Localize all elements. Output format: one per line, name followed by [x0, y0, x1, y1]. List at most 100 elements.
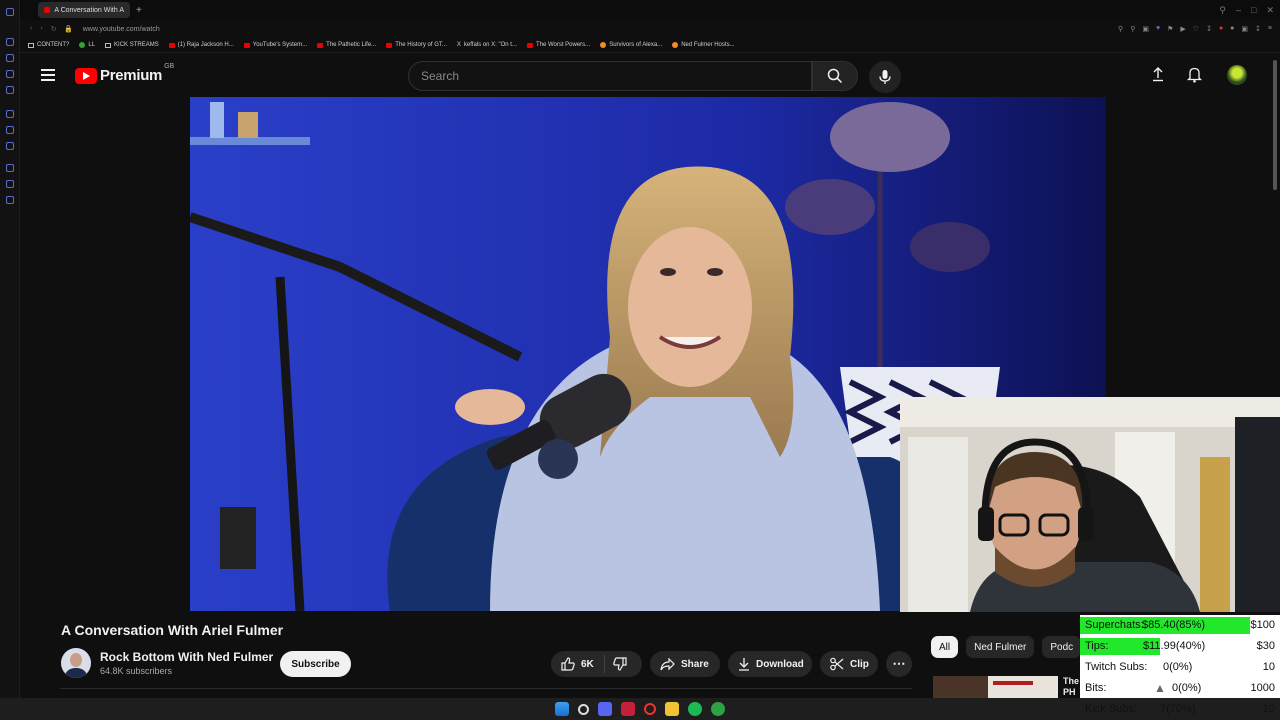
chip-ned-fulmer[interactable]: Ned Fulmer [966, 636, 1035, 658]
upload-icon[interactable] [1151, 66, 1165, 87]
browser-tab-active[interactable]: A Conversation With A [38, 2, 130, 18]
subscribe-button[interactable]: Subscribe [280, 651, 351, 677]
menu-icon[interactable]: ≡ [1268, 25, 1272, 33]
search-input[interactable]: Search [408, 61, 812, 91]
bookmark-item[interactable]: KICK STREAMS [105, 42, 159, 48]
bookmark-item[interactable]: The History of GT... [386, 42, 447, 48]
opera-icon[interactable] [644, 703, 656, 715]
streamer-webcam [900, 397, 1280, 612]
opera-logo-icon[interactable] [5, 8, 14, 16]
bookmark-item[interactable]: Ned Fulmer Hosts... [672, 42, 735, 48]
bookmark-favicon-icon [672, 42, 679, 48]
sidebar-app-icon[interactable] [5, 142, 14, 150]
bookmark-heart-icon[interactable]: ♡ [1193, 25, 1199, 33]
subscriber-count: 64.8K subscribers [100, 666, 173, 676]
search-tabs-icon[interactable]: ⚲ [1219, 5, 1226, 16]
bookmark-item[interactable]: The Worst Powers... [526, 42, 590, 48]
sidebar-history-icon[interactable] [5, 164, 14, 172]
goal-row-twitch-subs: Twitch Subs: 0(0%) 10 [1085, 660, 1275, 673]
more-horizontal-icon: ⋯ [892, 656, 906, 671]
related-video-title[interactable]: The PH [1063, 676, 1079, 698]
sidebar-messenger-icon[interactable] [5, 126, 14, 134]
channel-avatar-image [61, 648, 91, 678]
chip-all[interactable]: All [931, 636, 959, 658]
sidebar-app-icon[interactable] [5, 70, 14, 78]
youtube-premium-logo[interactable]: Premium GB [75, 63, 174, 84]
snapshot-icon[interactable]: ▣ [1142, 25, 1149, 33]
sidebar-app-icon[interactable] [5, 54, 14, 62]
sidebar-clock-icon[interactable] [5, 180, 14, 188]
bookmark-item[interactable]: Xkeffals on X: "On t... [457, 42, 517, 48]
download-button[interactable]: Download [728, 651, 812, 677]
opera-gx-icon[interactable] [621, 702, 635, 716]
lock-icon: 🔒 [64, 26, 73, 33]
zoom-icon[interactable]: ⚲ [1118, 25, 1123, 33]
close-icon[interactable]: ✕ [1266, 5, 1274, 16]
channel-name[interactable]: Rock Bottom With Ned Fulmer [100, 650, 273, 664]
sidebar-home-icon[interactable] [5, 38, 14, 46]
folder-icon [28, 42, 34, 48]
related-video-thumbnail[interactable] [933, 676, 1058, 698]
notifications-bell-icon[interactable] [1186, 66, 1203, 88]
shield-icon[interactable]: ♥ [1156, 25, 1160, 33]
bookmark-item[interactable]: Survivors of Alexa... [600, 42, 662, 48]
goal-row-tips: Tips: $11.99(40%) $30 [1080, 636, 1280, 657]
bookmark-item[interactable]: YouTube's System... [243, 42, 307, 48]
forward-icon[interactable]: › [40, 25, 42, 33]
youtube-header: Premium GB Search [20, 54, 1280, 96]
sidebar-app-icon[interactable] [5, 86, 14, 94]
youtube-favicon-icon [386, 42, 393, 48]
bookmark-item[interactable]: (1) Raja Jackson H... [168, 42, 234, 48]
webcam-frame [900, 397, 1280, 612]
bookmark-item[interactable]: The Pathetic Life... [317, 42, 376, 48]
like-dislike-group: 6K [551, 651, 642, 677]
channel-avatar[interactable] [61, 648, 91, 678]
file-explorer-icon[interactable] [665, 702, 679, 716]
voice-search-button[interactable] [869, 61, 901, 93]
taskbar-search-icon[interactable] [578, 703, 589, 715]
sidebar-app-icon[interactable] [5, 110, 14, 118]
bookmark-item[interactable]: CONTENT? [28, 42, 69, 48]
share-button[interactable]: Share [650, 651, 720, 677]
download-icon[interactable]: ↧ [1255, 25, 1261, 33]
discord-icon[interactable] [598, 702, 612, 716]
search-button[interactable] [812, 61, 858, 91]
url-field[interactable]: www.youtube.com/watch [83, 26, 160, 33]
spotify-icon[interactable] [688, 702, 702, 716]
youtube-favicon-icon [44, 7, 51, 13]
extension-icon[interactable]: ● [1219, 25, 1223, 33]
windows-start-icon[interactable] [555, 702, 569, 716]
hamburger-menu-icon[interactable] [41, 69, 55, 81]
play-icon[interactable]: ▶ [1180, 25, 1185, 33]
dislike-button[interactable] [605, 657, 627, 671]
minimize-icon[interactable]: – [1236, 5, 1241, 16]
account-avatar[interactable] [1227, 65, 1247, 85]
extension-icon[interactable]: ⚑ [1167, 25, 1173, 33]
more-actions-button[interactable]: ⋯ [886, 651, 912, 677]
like-button[interactable]: 6K [551, 655, 605, 673]
region-code: GB [164, 63, 175, 70]
zoom-icon[interactable]: ⚲ [1130, 25, 1135, 33]
folder-icon [105, 42, 112, 48]
bookmarks-bar: CONTENT? LL KICK STREAMS (1) Raja Jackso… [20, 38, 1280, 53]
maximize-icon[interactable]: □ [1251, 5, 1256, 16]
bookmark-favicon-icon [600, 42, 607, 48]
download-label: Download [756, 658, 804, 670]
clip-label: Clip [850, 658, 869, 670]
xbox-icon[interactable] [711, 702, 725, 716]
clip-button[interactable]: Clip [820, 651, 878, 677]
share-icon [660, 657, 675, 670]
sidebar-settings-icon[interactable] [5, 196, 14, 204]
page-scrollbar[interactable] [1273, 60, 1277, 190]
extension-icon[interactable]: ▣ [1241, 25, 1248, 33]
logo-text: Premium [100, 67, 163, 84]
chip-podcasts[interactable]: Podc [1042, 636, 1082, 658]
extension-icon[interactable]: ● [1230, 25, 1234, 33]
bookmark-item[interactable]: LL [79, 42, 95, 48]
new-tab-icon[interactable]: + [136, 5, 142, 16]
nav-buttons: ‹ › ↻ [20, 25, 64, 33]
download-icon[interactable]: ↧ [1206, 25, 1212, 33]
back-icon[interactable]: ‹ [30, 25, 32, 33]
scissors-icon [830, 657, 844, 671]
reload-icon[interactable]: ↻ [51, 25, 57, 33]
